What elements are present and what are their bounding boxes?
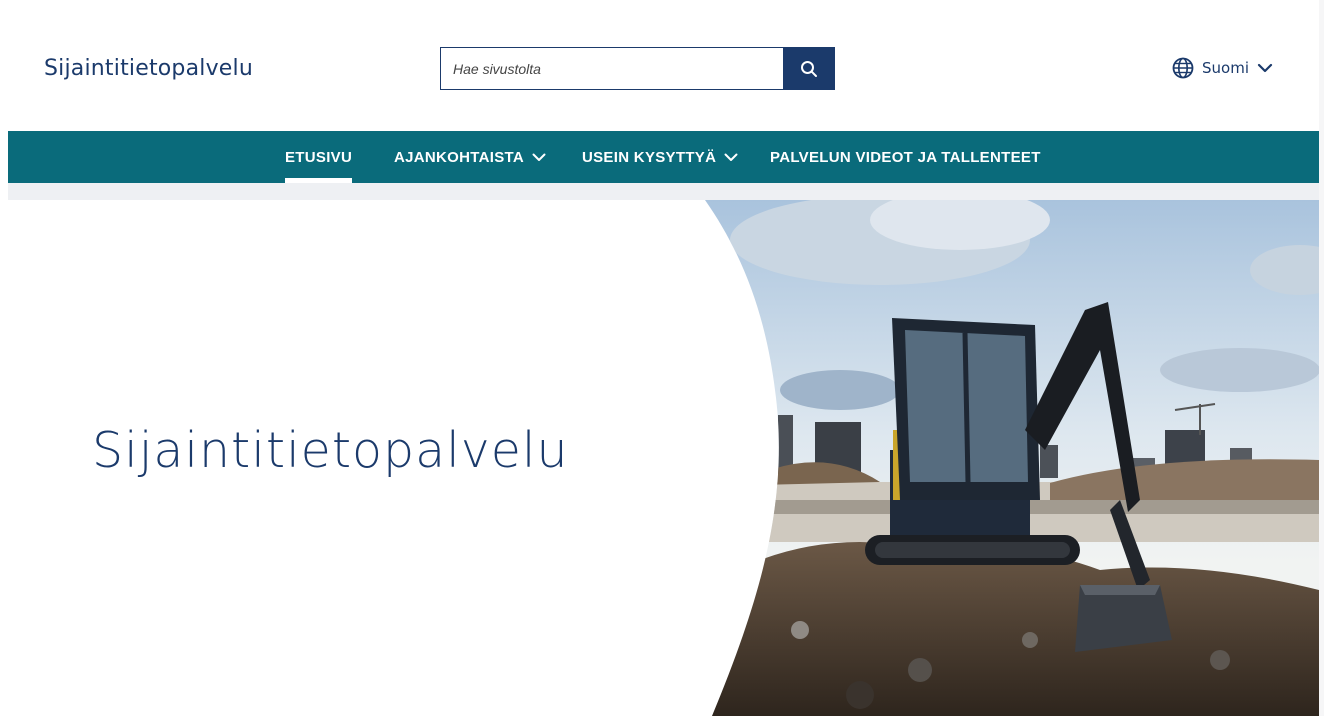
nav-item-label: PALVELUN VIDEOT JA TALLENTEET <box>770 148 1041 166</box>
search-icon <box>801 60 818 77</box>
chevron-down-icon <box>724 153 738 161</box>
nav-subbar <box>8 183 1319 200</box>
chevron-down-icon <box>1257 63 1273 73</box>
nav-item-palvelun-videot[interactable]: PALVELUN VIDEOT JA TALLENTEET <box>770 131 1041 183</box>
nav-item-etusivu[interactable]: ETUSIVU <box>285 131 353 183</box>
search-form <box>440 47 835 90</box>
hero-title: Sijaintitietopalvelu <box>92 422 569 479</box>
language-selector[interactable]: Suomi <box>1172 57 1273 79</box>
chevron-down-icon <box>532 153 546 161</box>
nav-item-label: USEIN KYSYTTYÄ <box>582 148 717 166</box>
page-edge <box>1319 0 1324 716</box>
nav-item-ajankohtaista[interactable]: AJANKOHTAISTA <box>394 131 546 183</box>
search-button[interactable] <box>783 47 835 90</box>
search-input[interactable] <box>440 47 784 90</box>
site-logo[interactable]: Sijaintitietopalvelu <box>44 56 253 81</box>
language-label: Suomi <box>1202 59 1249 77</box>
nav-item-usein-kysyttya[interactable]: USEIN KYSYTTYÄ <box>582 131 738 183</box>
main-nav: ETUSIVU AJANKOHTAISTA USEIN KYSYTTYÄ PAL… <box>8 131 1319 183</box>
nav-item-label: ETUSIVU <box>285 148 353 166</box>
nav-item-label: AJANKOHTAISTA <box>394 148 525 166</box>
globe-icon <box>1172 57 1194 79</box>
page: Sijaintitietopalvelu Suomi ETUSIVU AJAN <box>0 0 1324 716</box>
